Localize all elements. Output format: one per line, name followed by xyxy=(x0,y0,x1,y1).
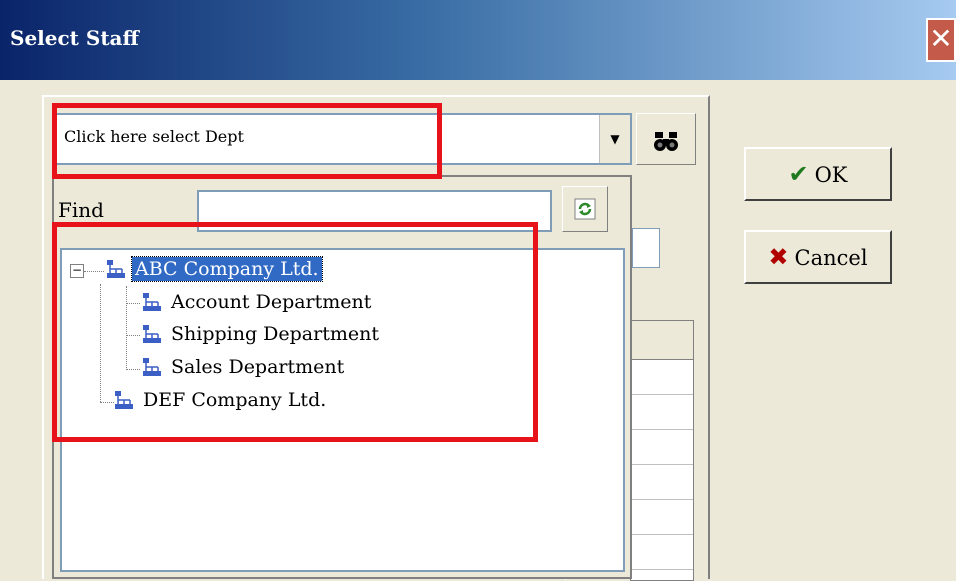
ok-button[interactable]: ✔ OK xyxy=(744,147,892,201)
binoculars-icon xyxy=(654,131,678,151)
close-button[interactable]: ✕ xyxy=(926,18,956,62)
dept-combobox[interactable]: Click here select Dept ▼ xyxy=(52,113,632,165)
tree-node-account-department[interactable]: Account Department xyxy=(140,290,374,318)
tree-node-sales-department[interactable]: Sales Department xyxy=(140,355,347,383)
org-chart-icon xyxy=(107,260,125,278)
org-chart-icon xyxy=(115,391,133,409)
cancel-button[interactable]: ✖ Cancel xyxy=(744,230,892,284)
tree-connector xyxy=(126,369,140,370)
tree-connector xyxy=(84,271,104,272)
collapse-icon[interactable]: − xyxy=(70,264,84,278)
tree-node-def-company[interactable]: DEF Company Ltd. xyxy=(112,388,329,416)
org-chart-icon xyxy=(143,325,161,343)
tree-node-label: Shipping Department xyxy=(171,323,379,345)
title-bar: Select Staff ✕ xyxy=(0,0,956,80)
tree-node-shipping-department[interactable]: Shipping Department xyxy=(140,322,382,350)
background-field xyxy=(632,228,660,268)
tree-node-label: DEF Company Ltd. xyxy=(143,389,327,411)
ok-button-label: OK xyxy=(814,163,848,187)
x-icon: ✖ xyxy=(768,243,789,271)
refresh-button[interactable] xyxy=(562,186,608,232)
find-input[interactable] xyxy=(197,190,552,232)
binoculars-search-button[interactable] xyxy=(636,113,696,165)
tree-node-label: ABC Company Ltd. xyxy=(131,256,323,282)
org-chart-icon xyxy=(143,293,161,311)
dropdown-arrow-icon[interactable]: ▼ xyxy=(599,115,630,163)
background-grid xyxy=(630,320,694,581)
cancel-button-label: Cancel xyxy=(794,246,868,270)
refresh-icon xyxy=(574,198,596,220)
org-chart-icon xyxy=(143,358,161,376)
tree-connector xyxy=(100,284,101,402)
tree-connector xyxy=(126,286,127,370)
tree-node-label: Account Department xyxy=(171,291,372,313)
checkmark-icon: ✔ xyxy=(788,160,809,188)
tree-connector xyxy=(126,303,140,304)
window-title: Select Staff xyxy=(10,26,139,50)
find-label: Find xyxy=(58,198,104,222)
tree-node-abc-company[interactable]: ABC Company Ltd. xyxy=(104,256,323,285)
tree-connector xyxy=(126,335,140,336)
dept-combobox-value: Click here select Dept xyxy=(64,127,244,146)
tree-node-label: Sales Department xyxy=(171,356,345,378)
